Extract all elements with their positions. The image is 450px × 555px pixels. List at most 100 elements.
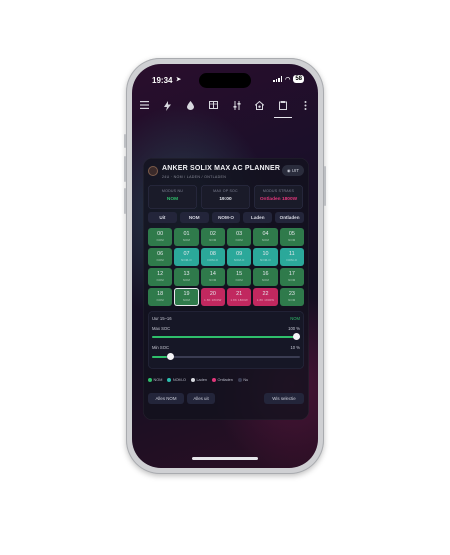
mode-selector: Uit NOM NOM-O Laden Ontladen — [148, 212, 304, 223]
hour-cell-19[interactable]: 19 NOM — [174, 288, 199, 306]
min-soc-fill — [152, 356, 167, 358]
table-icon[interactable] — [207, 101, 219, 113]
hour-cell-05[interactable]: 05 NOM — [279, 228, 304, 246]
hour-cell-04[interactable]: 04 NOM — [253, 228, 278, 246]
hour-number: 21 — [236, 291, 243, 297]
hour-cell-18[interactable]: 18 NOM — [148, 288, 173, 306]
bolt-icon[interactable] — [161, 101, 173, 113]
mode-button-nom-o[interactable]: NOM-O — [211, 212, 241, 223]
hour-mode: NOM-O — [286, 258, 298, 262]
info-max-soc: MAX OP SOC 19:00 — [201, 185, 250, 209]
all-off-button[interactable]: Alles uit — [187, 393, 215, 404]
info-next-mode: MODUS STRAKS Ontladen 1800W — [254, 185, 303, 209]
hour-cell-00[interactable]: 00 NOM — [148, 228, 173, 246]
battery-indicator: 58 — [293, 75, 304, 83]
hour-number: 05 — [288, 231, 295, 237]
status-time: 19:34 — [152, 76, 173, 85]
cellular-signal-icon — [273, 76, 283, 82]
legend-label: NOM — [153, 378, 163, 382]
hour-mode: NOM-O — [260, 258, 271, 262]
hour-cell-09[interactable]: 09 NOM-O — [227, 248, 252, 266]
hour-number: 09 — [236, 251, 243, 257]
hour-cell-14[interactable]: 14 NOM — [200, 268, 225, 286]
min-soc-slider[interactable] — [152, 353, 300, 361]
mode-button-laden[interactable]: Laden — [243, 212, 273, 223]
home-gear-icon[interactable] — [254, 100, 266, 113]
card-subtitle: 24U · NOM / LADEN / ONTLADEN — [162, 175, 227, 179]
legend-dot — [237, 378, 242, 382]
hour-cell-16[interactable]: 16 NOM — [253, 268, 278, 286]
hour-number: 18 — [157, 291, 164, 297]
legend-dot — [167, 378, 172, 382]
clipboard-icon[interactable] — [273, 101, 292, 118]
hour-mode: NOM-O — [181, 258, 192, 262]
hour-cell-20[interactable]: 20 1.8K 1800W — [200, 288, 225, 306]
legend-dot — [148, 378, 152, 382]
legend-dot — [212, 378, 216, 382]
info-label: MAX OP SOC — [213, 189, 238, 193]
clear-selection-button[interactable]: Wis selectie — [264, 393, 304, 404]
legend-label: Ontladen — [217, 378, 233, 382]
max-soc-handle[interactable] — [293, 333, 300, 341]
volume-up-button — [124, 156, 126, 182]
hour-cell-17[interactable]: 17 NOM — [279, 268, 304, 286]
hour-number: 20 — [209, 291, 216, 297]
drop-icon[interactable] — [184, 101, 196, 113]
hour-mode: NOM — [209, 238, 217, 242]
hour-mode: NOM — [288, 298, 296, 302]
hour-cell-03[interactable]: 03 NOM — [227, 228, 252, 246]
hour-mode: NOM — [261, 278, 270, 282]
legend-item: NOM-O — [167, 378, 186, 382]
menu-icon[interactable] — [138, 101, 150, 113]
max-soc-row: Max SOC 100 % — [152, 326, 300, 331]
app-screen: 19:34 ➤ ◠ 58 ANKER SOLIX MAX AC PLANNER … — [132, 64, 318, 468]
hour-cell-10[interactable]: 10 NOM-O — [253, 248, 278, 266]
hour-cell-07[interactable]: 07 NOM-O — [174, 248, 199, 266]
min-soc-label: Min SOC — [152, 345, 169, 350]
hour-mode: NOM — [182, 238, 191, 242]
hour-grid: 00 NOM 01 NOM 02 NOM 03 NOM 04 NOM 05 NOM 06 NOM 07 NOM… — [148, 228, 304, 306]
power-button — [324, 166, 326, 206]
hour-cell-21[interactable]: 21 1.8K 1800W — [227, 288, 252, 306]
hour-cell-11[interactable]: 11 NOM-O — [279, 248, 304, 266]
min-soc-handle[interactable] — [166, 353, 174, 361]
avatar — [148, 166, 158, 176]
hour-cell-02[interactable]: 02 NOM — [200, 228, 225, 246]
hour-cell-23[interactable]: 23 NOM — [279, 288, 304, 306]
hour-cell-15[interactable]: 15 NOM — [227, 268, 252, 286]
app-toolbar — [132, 98, 318, 118]
more-icon[interactable] — [300, 101, 312, 113]
hour-number: 06 — [157, 251, 164, 257]
legend-label: Nu — [243, 378, 249, 382]
hour-number: 03 — [236, 231, 243, 237]
hour-mode: NOM — [156, 298, 164, 302]
wifi-icon: ◠ — [285, 76, 291, 83]
hour-mode: NOM — [261, 238, 270, 242]
legend-label: Laden — [196, 378, 207, 382]
selected-range-row: Uur 15–16 NOM — [152, 316, 300, 321]
hour-number: 00 — [157, 231, 164, 237]
legend-item: Ontladen — [212, 378, 233, 382]
hour-cell-22[interactable]: 22 1.8K 1800W — [253, 288, 278, 306]
sliders-icon[interactable] — [231, 101, 243, 113]
all-nom-button[interactable]: Alles NOM — [148, 393, 184, 404]
power-off-button[interactable]: ◉ UIT — [281, 165, 304, 176]
hour-number: 15 — [236, 271, 243, 277]
hour-cell-13[interactable]: 13 NOM — [174, 268, 199, 286]
info-value: NOM — [166, 197, 179, 202]
hour-cell-12[interactable]: 12 NOM — [148, 268, 173, 286]
volume-down-button — [124, 188, 126, 214]
mode-button-ontladen[interactable]: Ontladen — [275, 212, 304, 223]
mute-switch — [124, 134, 126, 148]
hour-cell-01[interactable]: 01 NOM — [174, 228, 199, 246]
hour-cell-08[interactable]: 08 NOM-O — [200, 248, 225, 266]
hour-number: 13 — [183, 271, 190, 277]
hour-number: 23 — [288, 291, 295, 297]
mode-button-nom[interactable]: NOM — [179, 212, 209, 223]
selected-range-label: Uur 15–16 — [152, 316, 172, 321]
mode-button-uit[interactable]: Uit — [148, 212, 177, 223]
hour-cell-06[interactable]: 06 NOM — [148, 248, 173, 266]
min-soc-row: Min SOC 10 % — [152, 345, 300, 350]
max-soc-slider[interactable] — [152, 333, 300, 341]
hour-number: 16 — [262, 271, 269, 277]
